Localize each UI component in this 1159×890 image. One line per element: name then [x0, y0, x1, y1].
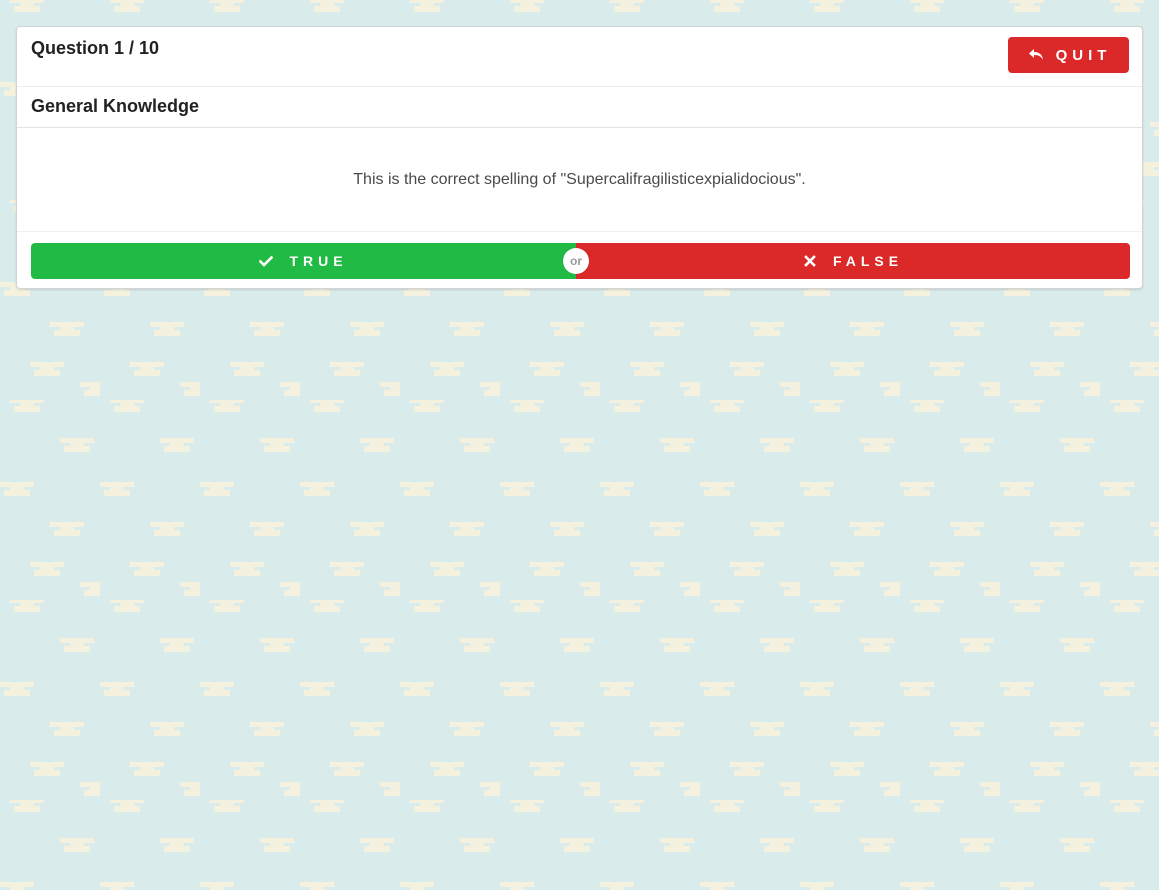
quit-button[interactable]: QUIT: [1008, 37, 1129, 73]
question-text: This is the correct spelling of "Superca…: [353, 171, 806, 188]
or-divider: or: [563, 248, 589, 274]
true-label: TRUE: [289, 253, 348, 269]
true-button[interactable]: TRUE: [31, 243, 576, 279]
close-x-icon: [803, 254, 817, 268]
quiz-card: Question 1 / 10 QUIT General Knowledge T…: [16, 26, 1143, 289]
answer-button-group: TRUE or FALSE: [31, 243, 1130, 279]
category-label: General Knowledge: [31, 96, 200, 116]
quit-label: QUIT: [1055, 46, 1112, 64]
quiz-header: Question 1 / 10 QUIT: [17, 27, 1142, 87]
checkmark-icon: [259, 254, 274, 268]
reply-arrow-icon: [1028, 48, 1044, 62]
question-body: This is the correct spelling of "Superca…: [17, 128, 1142, 232]
question-counter: Question 1 / 10: [31, 38, 160, 58]
false-button[interactable]: FALSE: [576, 243, 1130, 279]
category-bar: General Knowledge: [17, 87, 1142, 128]
false-label: FALSE: [832, 253, 904, 269]
